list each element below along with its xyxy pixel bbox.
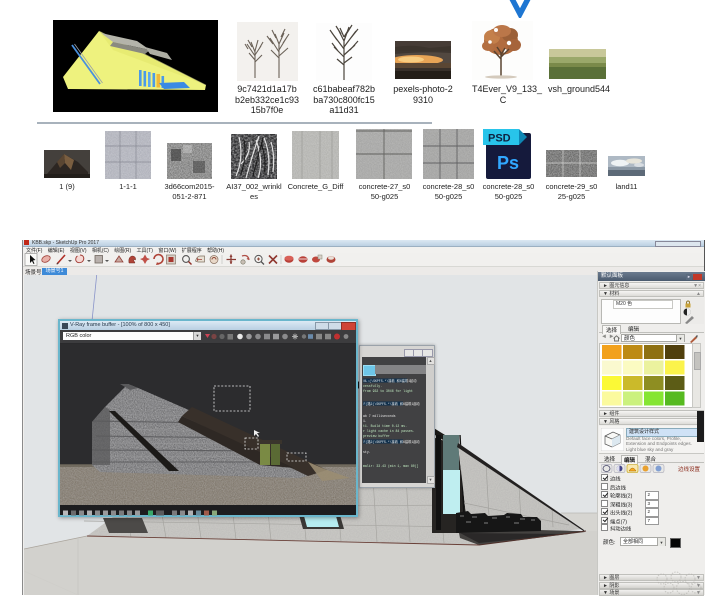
svg-text:sty.: sty. <box>363 450 371 454</box>
svg-text:ab 7 milliseconds: ab 7 milliseconds <box>363 414 396 418</box>
svg-text:malir: 33.43 (min 1, max 80)]: malir: 33.43 (min 1, max 80)] <box>363 464 419 468</box>
svg-text:NL:(\SKPFS.*\接着 和6建筑1起动: NL:(\SKPFS.*\接着 和6建筑1起动 <box>364 378 417 383</box>
svg-text:PSD: PSD <box>488 133 511 145</box>
svg-text:r light cache in 84 passes.: r light cache in 84 passes. <box>363 429 415 433</box>
svg-text:cessfully.: cessfully. <box>363 384 382 388</box>
svg-text:Ps: Ps <box>497 153 519 173</box>
svg-text:t1. Build time 0.12 ms.: t1. Build time 0.12 ms. <box>363 424 407 428</box>
svg-text:1.: 1. <box>363 419 367 423</box>
svg-text:from 932 to 3046 for light: from 932 to 3046 for light <box>363 389 413 393</box>
svg-text:F(路2(\SKPFS.*\接着 和6建筑1起动: F(路2(\SKPFS.*\接着 和6建筑1起动 <box>364 401 420 406</box>
svg-text:preview buffer: preview buffer <box>363 434 390 438</box>
svg-text:F(路2(\SKPFS.*\接着 和6建筑1起动: F(路2(\SKPFS.*\接着 和6建筑1起动 <box>364 439 420 444</box>
